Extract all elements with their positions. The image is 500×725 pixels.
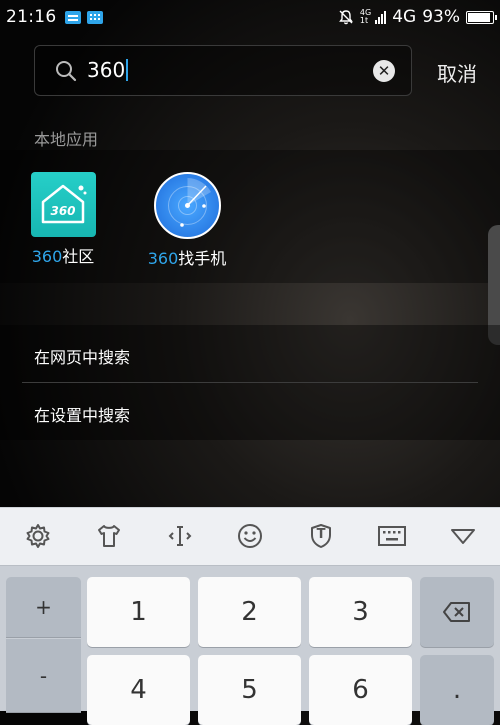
smiley-icon[interactable] [235,521,265,551]
signal-bars-icon [375,10,387,24]
message-notification-icon [64,10,81,24]
app-label: 360找手机 [147,249,227,268]
number-keypad: + - 1 2 3 4 5 6 . [0,565,500,725]
key-4[interactable]: 4 [87,655,190,725]
text-cursor [126,59,129,81]
search-field[interactable]: 360 ✕ [34,45,412,96]
battery-percent: 93% [422,7,460,27]
key-2[interactable]: 2 [198,577,301,647]
dot-key[interactable]: . [420,655,494,725]
backspace-key[interactable] [420,577,494,647]
status-time: 21:16 [6,7,57,27]
app-label: 360社区 [31,247,95,266]
local-apps-heading: 本地应用 [34,130,99,149]
app-360-find-phone[interactable]: 360找手机 [132,172,242,269]
keyboard-notification-icon [86,10,103,24]
home-icon: 360 [30,172,96,237]
app-icon-text: 360 [50,204,76,218]
search-settings-option[interactable]: 在设置中搜索 [34,402,130,426]
keyboard-icon[interactable] [377,521,407,551]
key-6[interactable]: 6 [309,655,412,725]
app-360-community[interactable]: 360 360社区 [8,172,118,267]
cancel-button[interactable]: 取消 [437,58,477,87]
gear-icon[interactable] [23,521,53,551]
network-type-small: 4G 1t [359,8,372,25]
mute-bell-icon [339,10,353,25]
search-input[interactable]: 360 [87,58,129,82]
clear-search-button[interactable]: ✕ [373,60,395,82]
key-1[interactable]: 1 [87,577,190,647]
key-3[interactable]: 3 [309,577,412,647]
backspace-icon [443,602,470,622]
network-type: 4G [392,7,417,27]
shield-t-icon[interactable]: T [306,521,336,551]
key-5[interactable]: 5 [198,655,301,725]
status-bar: 21:16 4G 1t 4G 93% [0,0,500,34]
divider [22,382,478,383]
tshirt-icon[interactable] [94,521,124,551]
battery-icon [466,10,497,24]
collapse-triangle-icon[interactable] [448,521,478,551]
search-web-option[interactable]: 在网页中搜索 [34,344,130,368]
cursor-move-icon[interactable] [165,521,195,551]
keyboard-toolbar: T [0,507,500,565]
minus-key[interactable]: - [6,639,81,712]
search-icon [56,61,77,82]
status-right: 4G 1t 4G 93% [338,0,497,34]
plus-key[interactable]: + [6,577,81,637]
radar-icon [153,172,221,239]
